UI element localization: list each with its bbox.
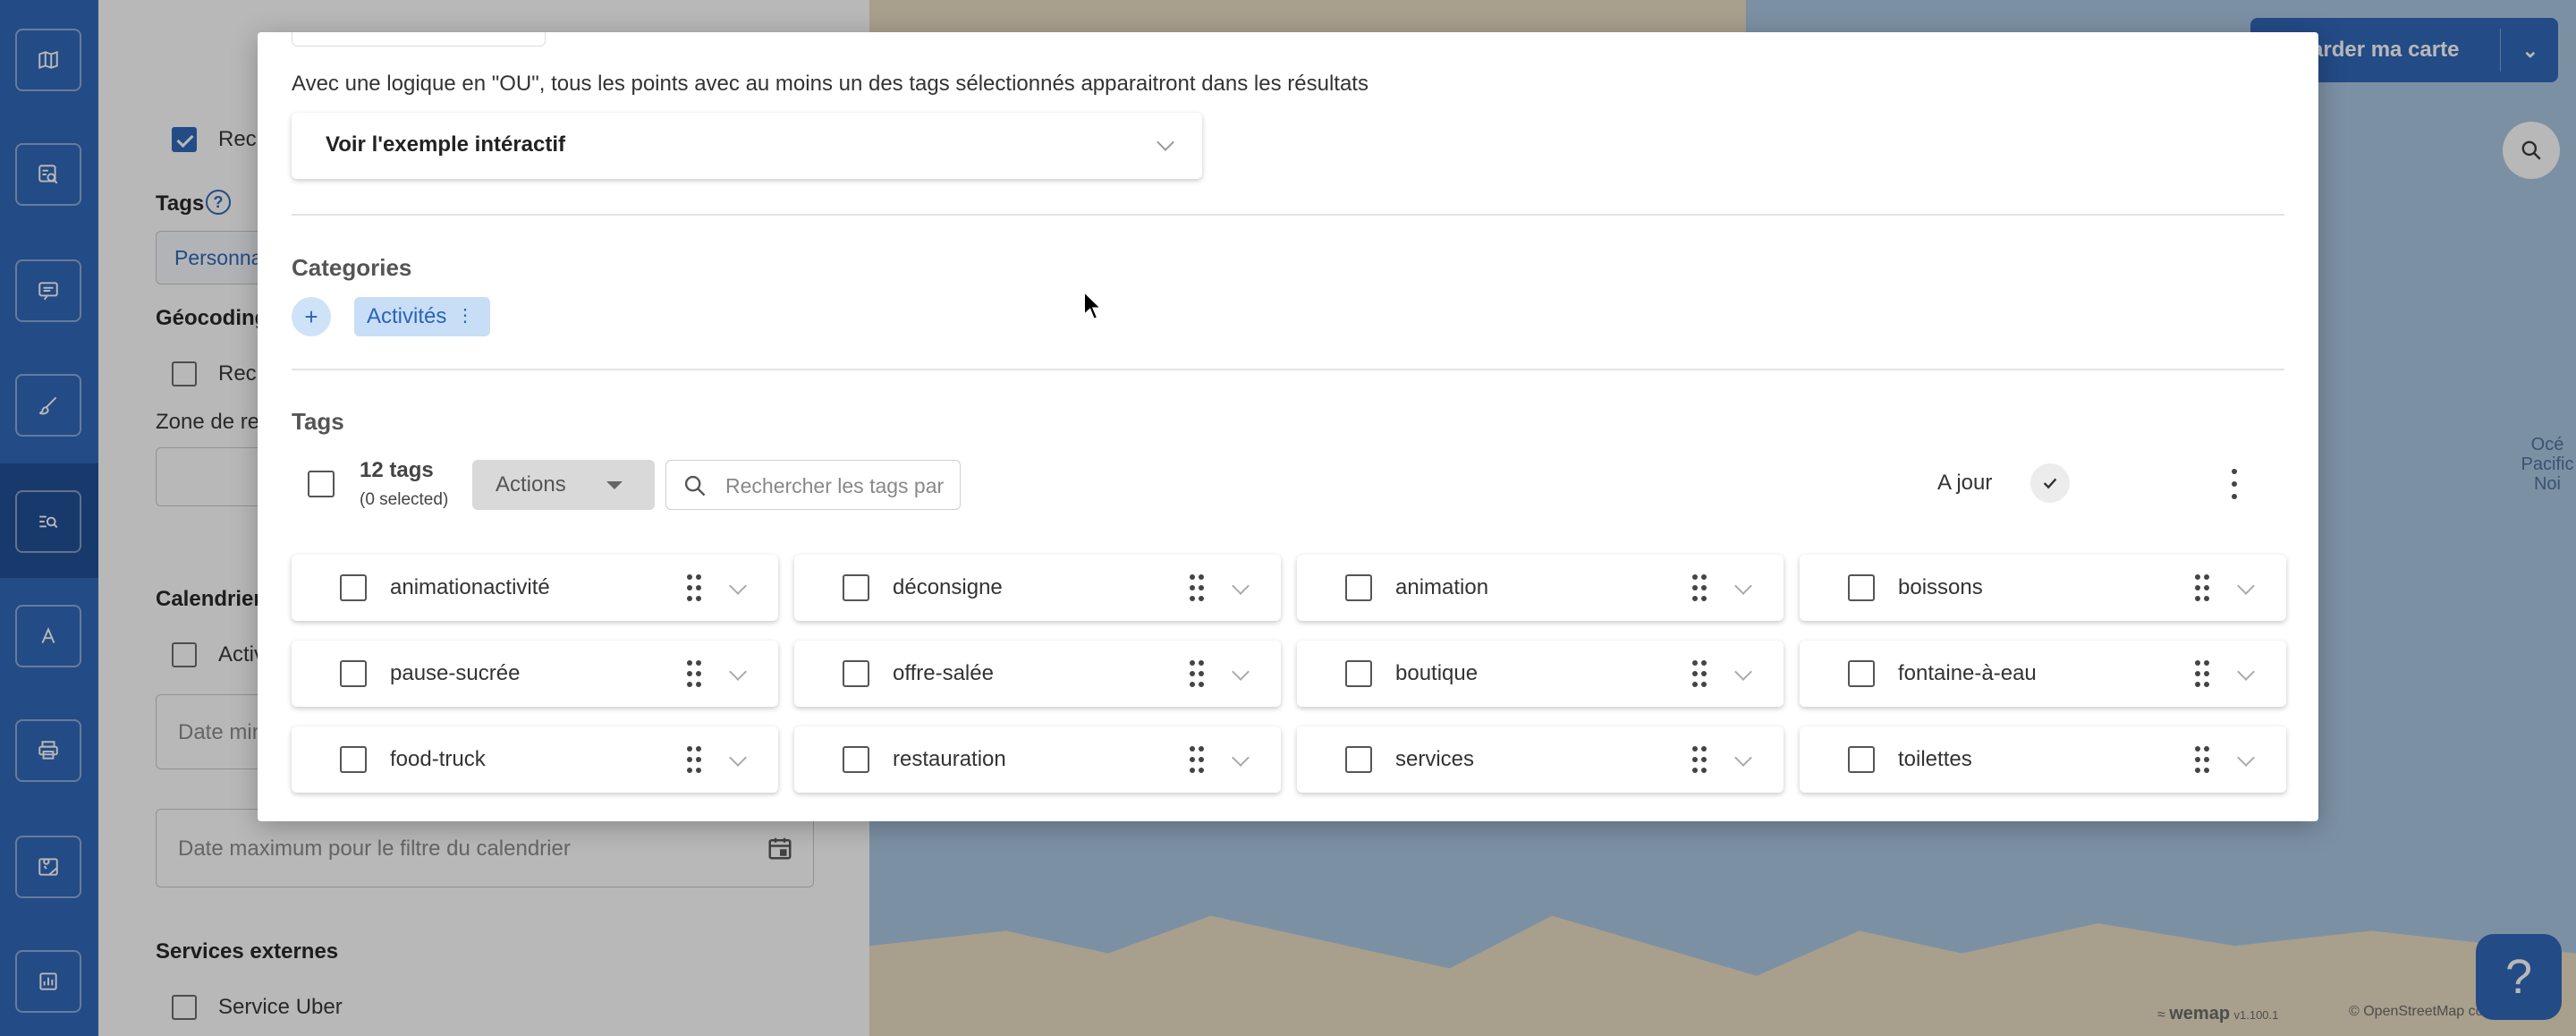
tag-label: déconsigne (893, 575, 1003, 599)
chevron-down-icon (1157, 133, 1174, 151)
chevron-down-icon[interactable] (2237, 749, 2255, 767)
tag-label: toilettes (1898, 747, 1972, 771)
chevron-down-icon[interactable] (1734, 577, 1752, 595)
chevron-down-icon[interactable] (729, 663, 747, 681)
mouse-cursor-icon (1083, 290, 1104, 321)
chevron-down-icon[interactable] (2237, 577, 2255, 595)
tag-checkbox[interactable] (340, 746, 367, 773)
tag-checkbox[interactable] (340, 660, 367, 687)
plus-icon: + (304, 302, 318, 330)
tag-checkbox[interactable] (340, 574, 367, 601)
drag-handle-icon[interactable] (687, 746, 701, 773)
drag-handle-icon[interactable] (1190, 660, 1204, 687)
tag-count: 12 tags (360, 458, 434, 482)
search-icon (684, 475, 706, 497)
tag-checkbox[interactable] (1848, 660, 1875, 687)
tag-label: animationactivité (390, 575, 550, 599)
chevron-down-icon[interactable] (729, 749, 747, 767)
drag-handle-icon[interactable] (1692, 746, 1707, 773)
chevron-down-icon[interactable] (1734, 749, 1752, 767)
modal-description: Avec une logique en "OU", tous les point… (292, 72, 1368, 96)
chevron-down-icon[interactable] (2237, 663, 2255, 681)
tag-label: restauration (893, 747, 1006, 771)
drag-handle-icon[interactable] (1190, 574, 1204, 601)
tag-card[interactable]: animation (1297, 555, 1784, 621)
select-all-checkbox[interactable] (308, 471, 335, 497)
chevron-down-icon[interactable] (1232, 749, 1250, 767)
chevron-down-icon[interactable] (1232, 577, 1250, 595)
tag-card[interactable]: toilettes (1800, 726, 2286, 793)
drag-handle-icon[interactable] (2195, 746, 2209, 773)
actions-label: Actions (496, 472, 566, 497)
example-accordion[interactable]: Voir l'exemple intéractif (292, 113, 1202, 179)
tag-checkbox[interactable] (1345, 746, 1372, 773)
tag-card[interactable]: offre-salée (794, 641, 1281, 707)
tag-card[interactable]: boissons (1800, 555, 2286, 621)
categories-heading: Categories (292, 254, 412, 281)
tag-search[interactable] (665, 460, 961, 510)
tag-label: animation (1395, 575, 1489, 599)
tag-card[interactable]: boutique (1297, 641, 1784, 707)
modal-top-field[interactable] (292, 32, 546, 47)
tag-label: boissons (1898, 575, 1983, 599)
drag-handle-icon[interactable] (1692, 660, 1707, 687)
tag-label: boutique (1395, 661, 1479, 685)
actions-dropdown[interactable]: Actions (472, 460, 655, 510)
tag-card[interactable]: pause-sucrée (292, 641, 778, 707)
tag-card[interactable]: déconsigne (794, 555, 1281, 621)
example-accordion-title: Voir l'exemple intéractif (326, 132, 566, 157)
tag-label: fontaine-à-eau (1898, 661, 2037, 685)
chevron-down-icon[interactable] (1232, 663, 1250, 681)
tag-checkbox[interactable] (843, 660, 869, 687)
drag-handle-icon[interactable] (687, 660, 701, 687)
chevron-down-icon[interactable] (1734, 663, 1752, 681)
tag-card[interactable]: animationactivité (292, 555, 778, 621)
tag-search-input[interactable] (724, 470, 951, 502)
add-category-button[interactable]: + (292, 297, 331, 336)
selected-count: (0 selected) (360, 490, 449, 509)
tag-label: offre-salée (893, 661, 994, 685)
drag-handle-icon[interactable] (687, 574, 701, 601)
drag-handle-icon[interactable] (2195, 660, 2209, 687)
tag-checkbox[interactable] (1345, 574, 1372, 601)
tags-heading: Tags (292, 408, 344, 435)
tag-label: services (1395, 747, 1475, 771)
chevron-down-icon[interactable] (729, 577, 747, 595)
category-chip[interactable]: Activités ⋮ (354, 297, 490, 336)
tag-card[interactable]: food-truck (292, 726, 778, 793)
sync-status-label: A jour (1937, 471, 1993, 495)
tag-card[interactable]: restauration (794, 726, 1281, 793)
divider (292, 369, 2284, 370)
more-vertical-icon[interactable] (2225, 469, 2243, 499)
tag-card[interactable]: services (1297, 726, 1784, 793)
tag-checkbox[interactable] (843, 746, 869, 773)
tag-label: food-truck (390, 747, 486, 771)
tag-checkbox[interactable] (843, 574, 869, 601)
caret-down-icon (606, 481, 623, 489)
drag-handle-icon[interactable] (1692, 574, 1707, 601)
drag-handle-icon[interactable] (1190, 746, 1204, 773)
more-vertical-icon[interactable]: ⋮ (456, 306, 474, 326)
tag-label: pause-sucrée (390, 661, 521, 685)
divider (292, 214, 2284, 216)
tag-card[interactable]: fontaine-à-eau (1800, 641, 2286, 707)
tag-checkbox[interactable] (1345, 660, 1372, 687)
check-icon (2030, 463, 2070, 503)
tags-modal: Avec une logique en "OU", tous les point… (258, 32, 2318, 821)
drag-handle-icon[interactable] (2195, 574, 2209, 601)
category-chip-label: Activités (367, 304, 447, 328)
tag-checkbox[interactable] (1848, 746, 1875, 773)
tag-checkbox[interactable] (1848, 574, 1875, 601)
